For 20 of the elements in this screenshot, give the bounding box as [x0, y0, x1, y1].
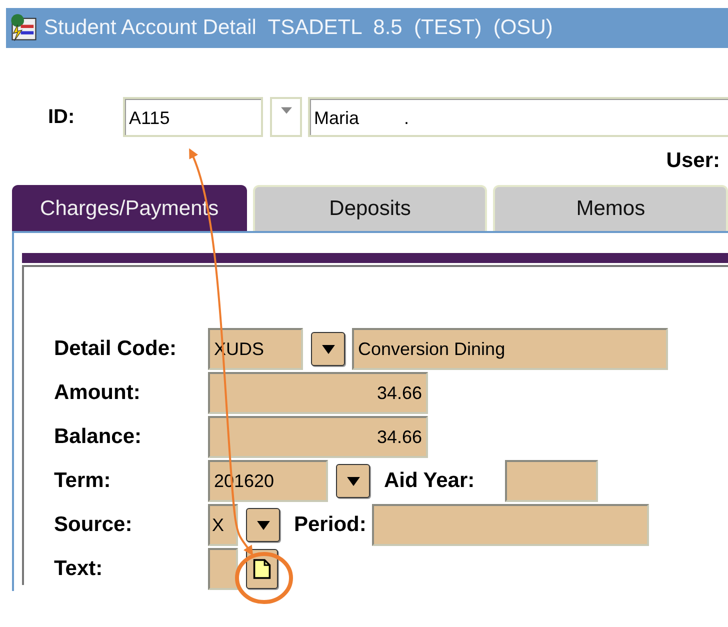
- input-field[interactable]: 34.66: [208, 372, 428, 414]
- tab[interactable]: Memos: [493, 185, 728, 231]
- name-field[interactable]: Maria .: [308, 97, 728, 137]
- field-label: Period:: [294, 513, 366, 537]
- input-field[interactable]: Conversion Dining: [352, 328, 668, 370]
- field-label: Text:: [53, 557, 104, 581]
- window-title: Student Account Detail TSADETL 8.5 (TEST) (OSU): [44, 16, 553, 40]
- field-label: Aid Year:: [384, 469, 475, 493]
- field-label: Amount:: [53, 381, 142, 405]
- input-field[interactable]: 34.66: [208, 416, 428, 458]
- id-field[interactable]: A115: [123, 97, 263, 137]
- user-label: User:: [666, 149, 720, 173]
- input-field[interactable]: XUDS: [208, 328, 303, 370]
- field-label: Term:: [53, 469, 112, 493]
- field-label: Detail Code:: [53, 337, 178, 361]
- field-label: Balance:: [53, 425, 143, 449]
- field-label: Source:: [53, 513, 134, 537]
- id-label: ID:: [48, 106, 76, 128]
- tab[interactable]: Deposits: [252, 185, 488, 231]
- input-field[interactable]: X: [208, 504, 238, 546]
